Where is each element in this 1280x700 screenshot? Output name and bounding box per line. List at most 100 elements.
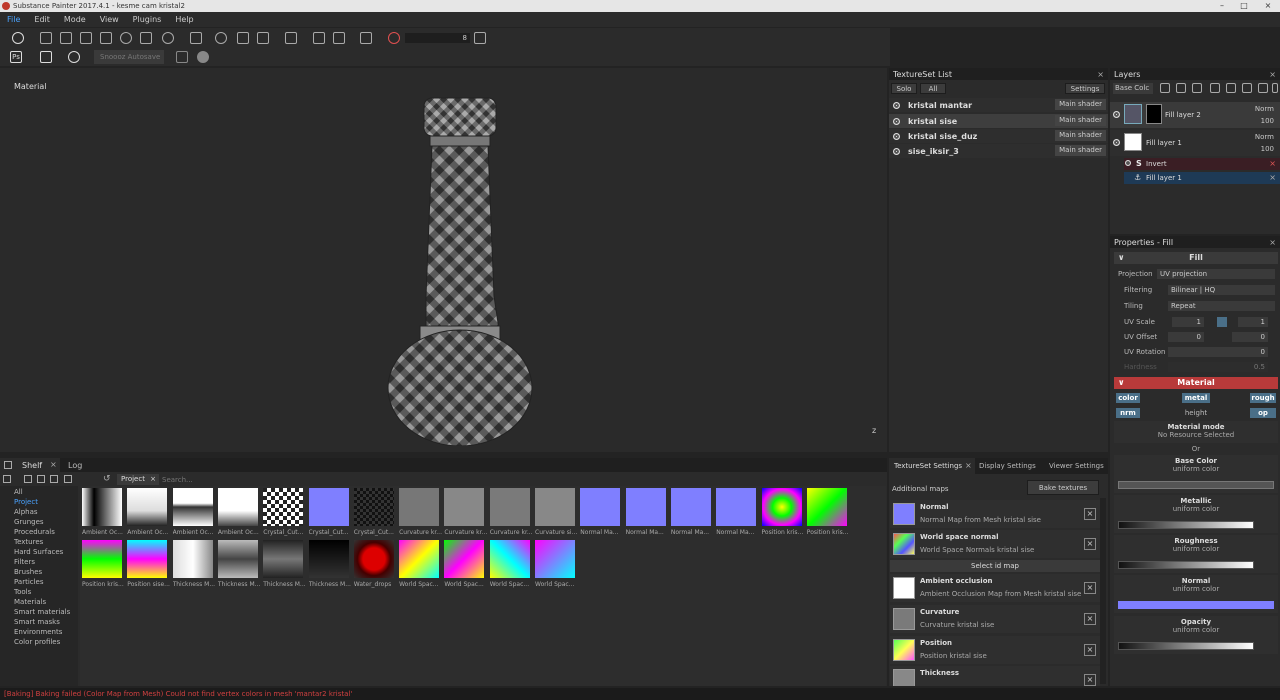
layer-row[interactable]: Fill layer 2 Norm 100	[1110, 102, 1280, 128]
uv-scale-v-input[interactable]: 1	[1238, 317, 1268, 327]
shelf-thumbnail[interactable]	[308, 540, 349, 578]
shelf-category[interactable]: Grunges	[14, 518, 44, 526]
export-icon[interactable]	[40, 51, 52, 63]
duplicate-icon[interactable]	[1242, 83, 1252, 93]
visibility-icon[interactable]	[893, 117, 900, 125]
additional-map-world-normal[interactable]: World space normal World Space Normals k…	[890, 530, 1100, 558]
close-icon[interactable]: ×	[1084, 674, 1096, 686]
filtering-dropdown[interactable]: Bilinear | HQ	[1168, 285, 1275, 295]
3d-viewport[interactable]: Material z	[0, 68, 887, 452]
shelf-category[interactable]: Materials	[14, 598, 46, 606]
base-color-block[interactable]: Base Color uniform color	[1114, 455, 1278, 493]
clone-icon[interactable]	[140, 32, 152, 44]
mask-effect-row[interactable]: ⚓ Fill layer 1 ×	[1124, 172, 1280, 184]
channel-height-toggle[interactable]: height	[1182, 408, 1210, 418]
shelf-thumbnail[interactable]	[263, 488, 304, 526]
uv-offset-v-input[interactable]: 0	[1232, 332, 1268, 342]
shelf-category[interactable]: Environments	[14, 628, 62, 636]
textureset-row[interactable]: kristal sise Main shader	[889, 114, 1108, 128]
uv-offset-u-input[interactable]: 0	[1168, 332, 1204, 342]
close-icon[interactable]: ×	[50, 460, 57, 469]
autosave-plugin-button[interactable]: Snoooz Autosave	[94, 50, 164, 64]
remove-icon[interactable]: ×	[1269, 173, 1276, 182]
shelf-thumbnail[interactable]	[716, 488, 757, 526]
visibility-icon[interactable]	[1125, 160, 1131, 166]
layer-row[interactable]: Fill layer 1 Norm 100	[1110, 130, 1280, 156]
close-icon[interactable]: ×	[1084, 508, 1096, 520]
additional-map-ao[interactable]: Ambient occlusion Ambient Occlusion Map …	[890, 574, 1100, 602]
shelf-thumbnail[interactable]	[172, 540, 213, 578]
plugin-icon[interactable]	[176, 51, 188, 63]
shelf-thumbnail[interactable]	[580, 488, 621, 526]
photoshop-export-icon[interactable]: Ps	[10, 51, 22, 63]
more-icon[interactable]	[1272, 83, 1278, 93]
additional-map-position[interactable]: Position Position kristal sise ×	[890, 636, 1100, 664]
textureset-row[interactable]: kristal sise_duz Main shader	[889, 129, 1108, 143]
camera-icon[interactable]	[285, 32, 297, 44]
shelf-thumbnail[interactable]	[353, 488, 394, 526]
mask-effect-row[interactable]: S Invert ×	[1124, 158, 1280, 170]
filter-chip[interactable]: Project ×	[117, 474, 159, 485]
normal-color-swatch[interactable]	[1118, 601, 1274, 609]
sphere-icon[interactable]	[197, 51, 209, 63]
uv-rotation-input[interactable]: 0	[1168, 347, 1268, 357]
shelf-category[interactable]: Alphas	[14, 508, 38, 516]
shelf-thumbnail[interactable]	[535, 488, 575, 526]
base-color-swatch[interactable]	[1118, 481, 1274, 489]
color-picker-icon[interactable]	[190, 32, 202, 44]
roughness-slider[interactable]	[1118, 561, 1254, 569]
settings-button[interactable]: Settings	[1065, 83, 1105, 94]
shelf-thumbnail[interactable]	[172, 488, 213, 526]
import-icon[interactable]	[24, 475, 32, 483]
metallic-slider[interactable]	[1118, 521, 1254, 529]
menu-edit[interactable]: Edit	[27, 15, 57, 24]
substance-share-icon[interactable]	[68, 51, 80, 63]
maximize-button[interactable]: □	[1232, 0, 1256, 12]
add-paint-layer-icon[interactable]	[1160, 83, 1170, 93]
refresh-icon[interactable]: ↺	[103, 474, 111, 484]
shelf-category[interactable]: Tools	[14, 588, 31, 596]
channel-nrm-toggle[interactable]: nrm	[1116, 408, 1140, 418]
tiling-dropdown[interactable]: Repeat	[1168, 301, 1275, 311]
add-effect-icon[interactable]	[1210, 83, 1220, 93]
textureset-row[interactable]: sise_iksir_3 Main shader	[889, 144, 1108, 158]
close-icon[interactable]: ×	[1084, 538, 1096, 550]
smudge-icon[interactable]	[120, 32, 132, 44]
shelf-thumbnail[interactable]	[82, 540, 122, 578]
all-button[interactable]: All	[920, 83, 946, 94]
tab-textureset-settings[interactable]: TextureSet Settings ×	[889, 458, 975, 474]
close-icon[interactable]: ×	[1269, 70, 1276, 79]
solo-button[interactable]: Solo	[891, 83, 917, 94]
close-icon[interactable]: ×	[1084, 613, 1096, 625]
folder-icon[interactable]	[3, 475, 11, 483]
shelf-thumbnail[interactable]	[127, 488, 168, 526]
hardness-input[interactable]: 0.5	[1168, 362, 1268, 372]
visibility-icon[interactable]	[893, 132, 900, 140]
symmetry-icon[interactable]	[215, 32, 227, 44]
remove-icon[interactable]: ×	[1269, 159, 1276, 168]
shelf-thumbnail[interactable]	[399, 488, 440, 526]
channel-op-toggle[interactable]: op	[1250, 408, 1276, 418]
close-icon[interactable]: ×	[1084, 582, 1096, 594]
normal-block[interactable]: Normal uniform color	[1114, 575, 1278, 613]
screenshot-icon[interactable]	[360, 32, 372, 44]
additional-map-thickness[interactable]: Thickness ×	[890, 666, 1100, 686]
shader-button[interactable]: Main shader	[1055, 99, 1106, 110]
material-section-header[interactable]: ∨ Material	[1114, 377, 1278, 389]
shader-button[interactable]: Main shader	[1055, 130, 1106, 141]
additional-map-normal[interactable]: Normal Normal Map from Mesh kristal sise…	[890, 500, 1100, 528]
menu-file[interactable]: File	[0, 15, 27, 24]
shelf-thumbnail[interactable]	[444, 488, 485, 526]
paint-brush-icon[interactable]	[40, 32, 52, 44]
shelf-category[interactable]: Procedurals	[14, 528, 55, 536]
scrollbar[interactable]	[1100, 498, 1106, 684]
shelf-thumbnail[interactable]	[217, 488, 258, 526]
shelf-thumbnail[interactable]	[127, 540, 168, 578]
visibility-icon[interactable]	[1113, 139, 1120, 146]
shelf-category[interactable]: All	[14, 488, 23, 496]
shelf-thumbnail[interactable]	[670, 488, 711, 526]
shader-button[interactable]: Main shader	[1055, 115, 1106, 126]
shelf-thumbnail[interactable]	[263, 540, 304, 578]
projection-icon[interactable]	[80, 32, 92, 44]
shelf-thumbnail[interactable]	[82, 488, 122, 526]
